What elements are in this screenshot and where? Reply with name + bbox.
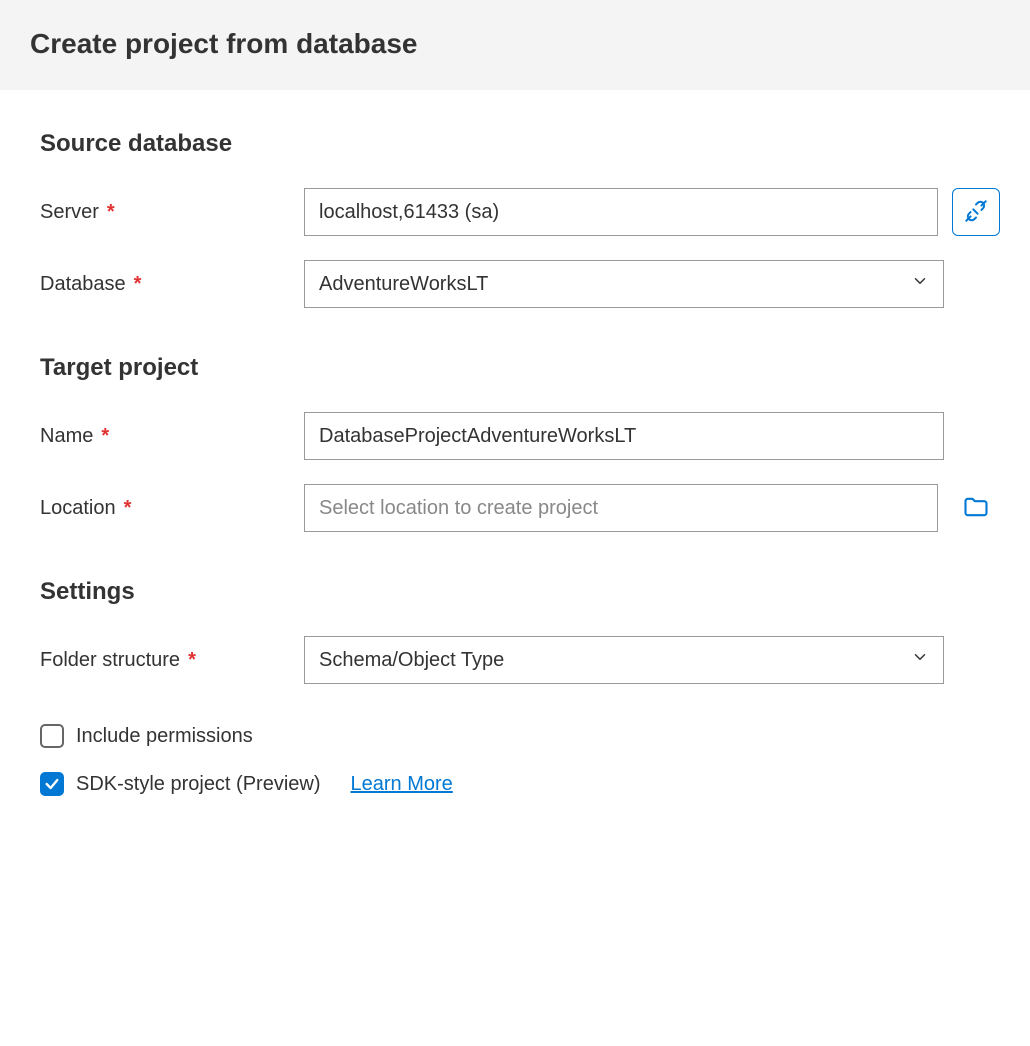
name-input[interactable] bbox=[304, 412, 944, 460]
source-database-heading: Source database bbox=[40, 130, 1000, 158]
database-select[interactable]: AdventureWorksLT bbox=[304, 260, 944, 308]
section-target-project: Target project Name * Location * bbox=[40, 354, 1000, 532]
dialog-header: Create project from database bbox=[0, 0, 1030, 90]
server-row: Server * localhost,61433 (sa) bbox=[40, 188, 1000, 236]
location-row: Location * bbox=[40, 484, 1000, 532]
folder-structure-label: Folder structure * bbox=[40, 649, 290, 672]
folder-icon bbox=[962, 493, 990, 524]
sdk-style-row: SDK-style project (Preview) Learn More bbox=[40, 772, 1000, 796]
location-label: Location * bbox=[40, 497, 290, 520]
database-select-value: AdventureWorksLT bbox=[319, 273, 488, 296]
chevron-down-icon bbox=[911, 648, 929, 672]
settings-checkboxes: Include permissions SDK-style project (P… bbox=[40, 724, 1000, 796]
required-marker: * bbox=[101, 425, 109, 448]
required-marker: * bbox=[107, 201, 115, 224]
section-settings: Settings Folder structure * Schema/Objec… bbox=[40, 578, 1000, 796]
name-label: Name * bbox=[40, 425, 290, 448]
plug-icon bbox=[963, 198, 989, 227]
learn-more-link[interactable]: Learn More bbox=[351, 773, 453, 796]
dialog-body: Source database Server * localhost,61433… bbox=[0, 90, 1030, 826]
required-marker: * bbox=[124, 497, 132, 520]
chevron-down-icon bbox=[911, 272, 929, 296]
server-input: localhost,61433 (sa) bbox=[304, 188, 938, 236]
sdk-style-label: SDK-style project (Preview) bbox=[76, 773, 321, 796]
database-label: Database * bbox=[40, 273, 290, 296]
database-row: Database * AdventureWorksLT bbox=[40, 260, 1000, 308]
target-project-heading: Target project bbox=[40, 354, 1000, 382]
include-permissions-row: Include permissions bbox=[40, 724, 1000, 748]
folder-structure-select[interactable]: Schema/Object Type bbox=[304, 636, 944, 684]
server-label: Server * bbox=[40, 201, 290, 224]
settings-heading: Settings bbox=[40, 578, 1000, 606]
required-marker: * bbox=[188, 649, 196, 672]
folder-structure-value: Schema/Object Type bbox=[319, 649, 504, 672]
include-permissions-checkbox[interactable] bbox=[40, 724, 64, 748]
required-marker: * bbox=[134, 273, 142, 296]
section-source-database: Source database Server * localhost,61433… bbox=[40, 130, 1000, 308]
dialog-title: Create project from database bbox=[30, 28, 1000, 60]
name-row: Name * bbox=[40, 412, 1000, 460]
folder-structure-row: Folder structure * Schema/Object Type bbox=[40, 636, 1000, 684]
connect-button[interactable] bbox=[952, 188, 1000, 236]
include-permissions-label: Include permissions bbox=[76, 725, 253, 748]
sdk-style-checkbox[interactable] bbox=[40, 772, 64, 796]
location-input[interactable] bbox=[304, 484, 938, 532]
browse-location-button[interactable] bbox=[952, 484, 1000, 532]
